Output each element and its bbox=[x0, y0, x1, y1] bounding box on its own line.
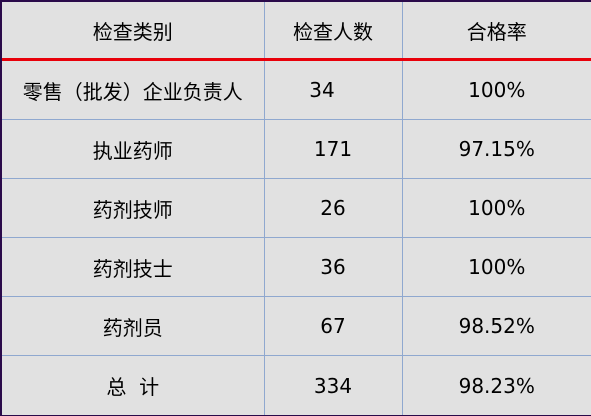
cell-count: 26 bbox=[264, 178, 403, 238]
cell-count: 334 bbox=[264, 355, 403, 415]
cell-category: 零售（批发）企业负责人 bbox=[2, 59, 265, 120]
cell-pass-rate: 98.23% bbox=[458, 373, 535, 398]
table-row: 药剂员 67 98.52% bbox=[2, 296, 591, 356]
cell-pass-rate: 98.52% bbox=[402, 296, 591, 356]
header-category: 检查类别 bbox=[2, 2, 265, 61]
cell-category: 执业药师 bbox=[2, 119, 265, 179]
table-row: 药剂技师 26 100% bbox=[2, 178, 591, 238]
cell-category: 药剂技师 bbox=[2, 178, 265, 238]
cell-pass-rate: 100% bbox=[402, 178, 591, 238]
table-row: 药剂技士 36 100% bbox=[2, 237, 591, 297]
table-header-row: 检查类别 检查人数 合格率 bbox=[2, 2, 591, 61]
cell-pass-rate: 97.15% bbox=[402, 119, 591, 179]
table-frame: 检查类别 检查人数 合格率 零售（批发）企业负责人 34 100% 执业药师 1… bbox=[0, 0, 591, 416]
cell-count: 36 bbox=[264, 237, 403, 297]
cell-category: 药剂员 bbox=[2, 296, 265, 356]
header-pass-rate: 合格率 bbox=[402, 2, 591, 61]
cell-count: 171 bbox=[264, 119, 403, 179]
inspection-table: 检查类别 检查人数 合格率 零售（批发）企业负责人 34 100% 执业药师 1… bbox=[2, 2, 591, 415]
table-row-total: 总 计 334 98.23% bbox=[2, 355, 591, 415]
table-row: 执业药师 171 97.15% bbox=[2, 119, 591, 179]
cell-category: 药剂技士 bbox=[2, 237, 265, 297]
cell-count: 34 bbox=[264, 59, 403, 120]
cell-count: 67 bbox=[264, 296, 403, 356]
cell-pass-rate: 100% bbox=[402, 237, 591, 297]
table-row: 零售（批发）企业负责人 34 100% bbox=[2, 59, 591, 120]
cell-pass-rate: 100% bbox=[402, 59, 591, 120]
header-count: 检查人数 bbox=[264, 2, 403, 61]
cell-category: 总 计 bbox=[2, 355, 265, 415]
